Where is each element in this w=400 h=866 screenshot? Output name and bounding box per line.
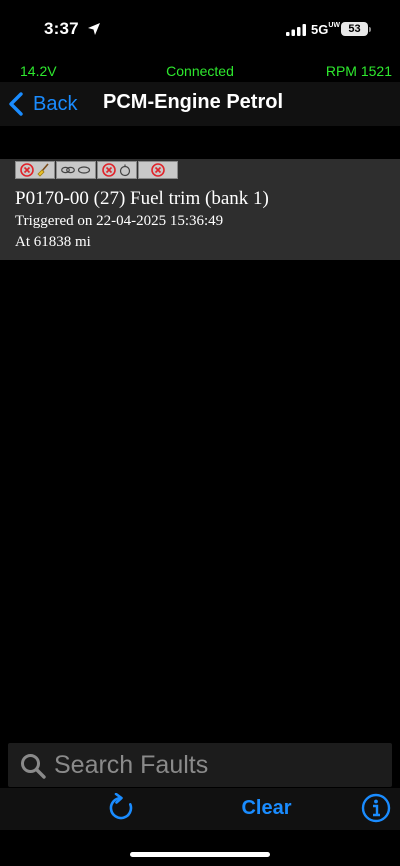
clock: 3:37: [44, 19, 79, 38]
chevron-left-icon: [9, 92, 23, 116]
status-bar: 3:37 5GUW 53: [0, 0, 400, 58]
home-indicator[interactable]: [130, 852, 270, 857]
stopwatch-icon: [119, 164, 131, 177]
search-bar: [8, 743, 392, 787]
fault-status-badges: [15, 161, 179, 179]
back-button[interactable]: Back: [8, 89, 77, 119]
page-title: PCM-Engine Petrol: [103, 91, 284, 113]
fault-mileage: At 61838 mi: [15, 234, 91, 250]
info-icon[interactable]: [361, 793, 391, 823]
telemetry-bar: 14.2V Connected RPM 1521: [0, 60, 400, 82]
fault-triggered-date: Triggered on 22-04-2025 15:36:49: [15, 213, 224, 229]
cellular-signal-icon: [286, 24, 306, 36]
network-type: 5GUW: [311, 22, 341, 37]
fault-x-icon: [102, 163, 116, 177]
chain-link-icon: [77, 166, 91, 174]
navigation-bar: Back PCM-Engine Petrol: [0, 82, 400, 126]
bottom-toolbar: Clear: [0, 788, 400, 830]
chain-link-icon: [61, 166, 75, 174]
battery-icon: 53: [341, 22, 368, 36]
fault-list-item[interactable]: P0170-00 (27) Fuel trim (bank 1) Trigger…: [0, 159, 400, 260]
rpm-readout: RPM 1521: [325, 63, 392, 79]
location-arrow-icon: [88, 23, 100, 35]
back-label: Back: [33, 92, 78, 115]
broom-icon: [37, 163, 49, 177]
badge-clear: [15, 161, 55, 179]
battery-tip: [369, 27, 371, 32]
fault-x-icon: [151, 163, 165, 177]
badge-fault: [138, 161, 178, 179]
fault-x-icon: [20, 163, 34, 177]
search-icon: [21, 754, 46, 779]
fault-code: P0170-00 (27) Fuel trim (bank 1): [15, 188, 269, 209]
search-input[interactable]: [54, 749, 374, 781]
clear-button[interactable]: Clear: [0, 797, 400, 820]
badge-link: [56, 161, 96, 179]
badge-timer: [97, 161, 137, 179]
